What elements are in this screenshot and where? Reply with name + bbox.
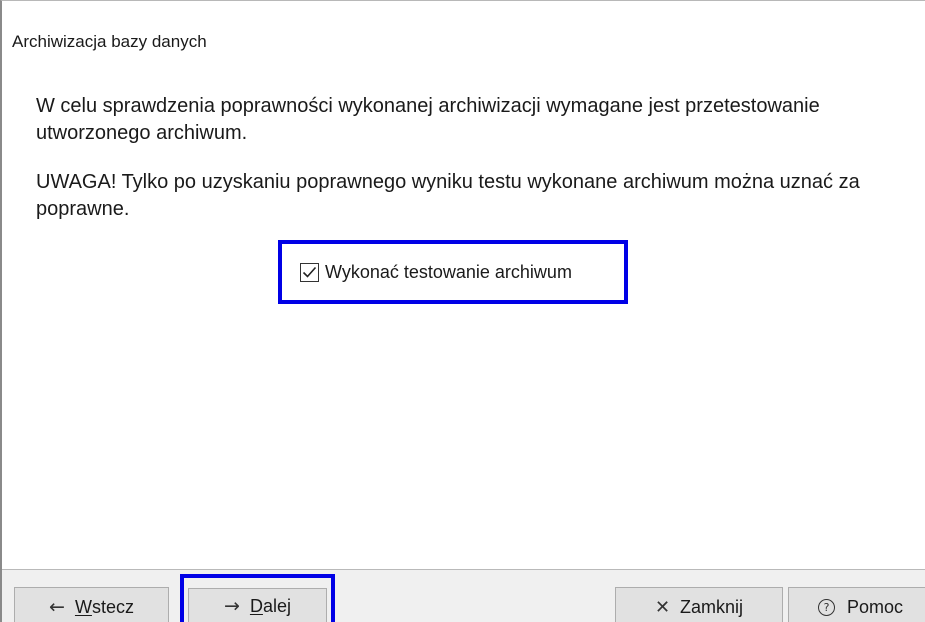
help-button[interactable]: ? Pomoc (788, 587, 925, 622)
warning-paragraph: UWAGA! Tylko po uzyskaniu poprawnego wyn… (36, 171, 860, 220)
next-button-label: Dalej (250, 596, 291, 617)
info-paragraph: W celu sprawdzenia poprawności wykonanej… (36, 95, 820, 144)
close-button-label: Zamknij (680, 596, 744, 617)
close-icon: ✕ (654, 596, 671, 618)
checkbox-highlight-frame: Wykonać testowanie archiwum (278, 240, 628, 304)
test-archive-checkbox[interactable]: Wykonać testowanie archiwum (300, 261, 572, 283)
arrow-right-icon: → (224, 595, 240, 617)
help-button-label: Pomoc (846, 596, 904, 617)
button-bar: ← Wstecz → Dalej ✕ Zamknij ? Pomoc (2, 569, 925, 622)
next-button-highlight-frame: → Dalej (180, 574, 335, 622)
back-button[interactable]: ← Wstecz (14, 587, 169, 622)
test-archive-checkbox-label: Wykonać testowanie archiwum (325, 262, 572, 282)
next-button[interactable]: → Dalej (188, 588, 327, 622)
dialog-title: Archiwizacja bazy danych (12, 32, 207, 51)
arrow-left-icon: ← (49, 596, 65, 618)
back-hotkey-letter: W (74, 596, 92, 617)
close-button[interactable]: ✕ Zamknij (615, 587, 783, 622)
back-button-label: Wstecz (75, 597, 134, 618)
back-label-rest: stecz (91, 596, 134, 617)
checkbox-checked-icon[interactable] (300, 262, 319, 282)
next-hotkey-letter: D (249, 595, 263, 616)
dialog-window: Archiwizacja bazy danych W celu sprawdze… (0, 0, 925, 622)
next-label-rest: alej (262, 595, 291, 616)
help-icon: ? (817, 598, 835, 616)
